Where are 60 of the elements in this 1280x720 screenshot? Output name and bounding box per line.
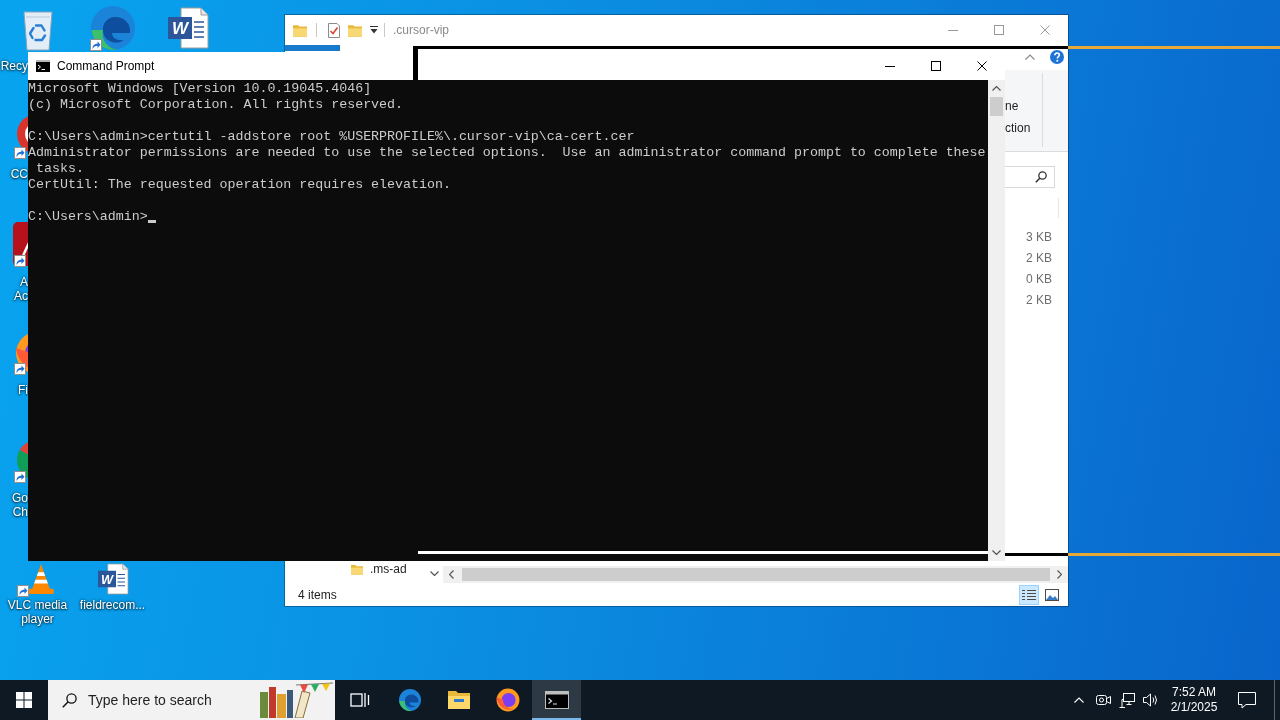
vertical-scrollbar[interactable] bbox=[988, 80, 1005, 561]
chevron-left-icon[interactable] bbox=[449, 570, 454, 579]
help-icon[interactable] bbox=[1050, 50, 1064, 64]
chevron-up-icon bbox=[1074, 697, 1084, 703]
window-title: .cursor-vip bbox=[393, 23, 449, 37]
console-line: Administrator permissions are needed to use the selected options. Use an administrator command prompt to complete these tasks. bbox=[28, 145, 987, 177]
search-input[interactable]: Type here to search bbox=[88, 692, 228, 708]
chevron-right-icon[interactable] bbox=[1057, 570, 1062, 579]
console-line: C:\Users\admin>certutil -addstore root %USERPROFILE%\.cursor-vip\ca-cert.cer bbox=[28, 129, 635, 145]
size-cell: 0 KB bbox=[1026, 271, 1052, 286]
app-icon[interactable] bbox=[13, 220, 28, 268]
folder-icon bbox=[446, 690, 471, 710]
list-icon bbox=[1022, 588, 1036, 601]
network-icon bbox=[1119, 692, 1135, 708]
window-title: Command Prompt bbox=[57, 59, 155, 73]
clock-date[interactable]: 2/1/2025 bbox=[1170, 700, 1218, 715]
console-line: Microsoft Windows [Version 10.0.19045.4046] bbox=[28, 81, 372, 97]
chevron-up-icon[interactable] bbox=[992, 86, 1001, 91]
size-cell: 2 KB bbox=[1026, 292, 1052, 307]
console-line: (c) Microsoft Corporation. All rights reserved. bbox=[28, 97, 404, 113]
camera-icon bbox=[1095, 693, 1111, 707]
scrollbar-thumb[interactable] bbox=[462, 568, 1050, 581]
maximize-icon bbox=[994, 25, 1004, 35]
task-view-icon bbox=[350, 692, 370, 708]
chevron-up-icon[interactable] bbox=[1025, 54, 1035, 60]
ribbon-command[interactable]: ne bbox=[1005, 99, 1019, 113]
horizontal-scrollbar[interactable] bbox=[443, 566, 1068, 583]
speech-bubble-icon bbox=[1238, 691, 1256, 709]
ribbon-command[interactable]: ction bbox=[1005, 121, 1031, 135]
minimize-icon bbox=[948, 29, 958, 31]
picture-icon bbox=[1045, 588, 1059, 601]
edge-icon bbox=[397, 688, 422, 712]
size-cell: 2 KB bbox=[1026, 250, 1052, 265]
console-line: CertUtil: The requested operation requires elevation. bbox=[28, 177, 451, 193]
search-icon bbox=[1035, 171, 1047, 183]
terminal-icon bbox=[544, 691, 569, 709]
console-line: C:\Users\admin> bbox=[28, 209, 148, 225]
status-text: 4 items bbox=[298, 587, 337, 602]
edge-icon[interactable] bbox=[88, 4, 137, 52]
details-view-button[interactable] bbox=[1019, 584, 1039, 605]
terminal-icon bbox=[36, 60, 50, 72]
close-icon bbox=[1040, 25, 1050, 35]
windows-logo-icon bbox=[16, 692, 32, 708]
folder-icon bbox=[351, 563, 363, 575]
search-box[interactable]: Type here to search bbox=[48, 680, 335, 720]
chevron-down-icon[interactable] bbox=[992, 550, 1001, 555]
clock-time[interactable]: 7:52 AM bbox=[1172, 685, 1216, 700]
chevron-down-icon[interactable] bbox=[430, 571, 439, 576]
maximize-icon bbox=[931, 61, 941, 71]
scrollbar-thumb[interactable] bbox=[990, 97, 1003, 116]
close-icon bbox=[977, 61, 987, 71]
speaker-icon bbox=[1143, 693, 1159, 707]
minimize-icon bbox=[885, 65, 895, 67]
dropdown-icon[interactable] bbox=[370, 26, 378, 34]
navigation-item[interactable]: .ms-ad bbox=[370, 562, 407, 576]
search-icon bbox=[62, 692, 77, 708]
checklist-icon[interactable] bbox=[327, 22, 341, 38]
size-cell: 3 KB bbox=[1026, 229, 1052, 244]
command-prompt-button[interactable] bbox=[532, 680, 581, 720]
firefox-icon bbox=[495, 688, 520, 712]
